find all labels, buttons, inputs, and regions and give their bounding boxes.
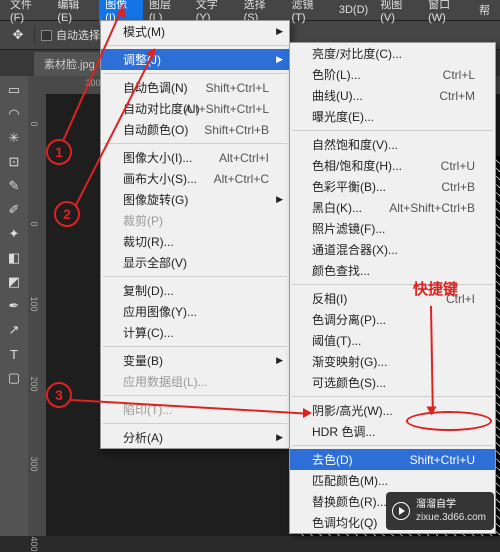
menubar-item[interactable]: 编辑(E) [51,0,99,25]
menu-item[interactable]: 自动颜色(O)Shift+Ctrl+B [101,119,289,140]
menu-item[interactable]: 色相/饱和度(H)...Ctrl+U [290,155,495,176]
menu-item[interactable]: 自动色调(N)Shift+Ctrl+L [101,77,289,98]
menubar-item[interactable]: 3D(D) [333,3,374,17]
annotation-shortcut-label: 快捷键 [413,278,458,299]
menu-item[interactable]: 照片滤镜(F)... [290,218,495,239]
menu-item[interactable]: 阈值(T)... [290,330,495,351]
watermark-title: 溜溜自学 [416,498,486,511]
watermark: 溜溜自学 zixue.3d66.com [386,492,494,530]
menu-item[interactable]: 图像大小(I)...Alt+Ctrl+I [101,147,289,168]
gradient-tool-icon[interactable]: ◩ [4,272,24,292]
marquee-tool-icon[interactable]: ▭ [4,80,24,100]
lasso-tool-icon[interactable]: ◠ [4,104,24,124]
adjustments-submenu[interactable]: 亮度/对比度(C)...色阶(L)...Ctrl+L曲线(U)...Ctrl+M… [289,42,496,534]
shape-tool-icon[interactable]: ▢ [4,368,24,388]
menu-item[interactable]: 颜色查找... [290,260,495,281]
menu-item[interactable]: 色彩平衡(B)...Ctrl+B [290,176,495,197]
menu-item[interactable]: 反相(I)Ctrl+I [290,288,495,309]
menu-item[interactable]: 黑白(K)...Alt+Shift+Ctrl+B [290,197,495,218]
image-menu[interactable]: 模式(M)▶调整(J)▶自动色调(N)Shift+Ctrl+L自动对比度(U)A… [100,20,290,449]
menu-item[interactable]: 自然饱和度(V)... [290,134,495,155]
menu-item: 应用数据组(L)... [101,371,289,392]
menu-item: 裁剪(P) [101,210,289,231]
path-tool-icon[interactable]: ↗ [4,320,24,340]
auto-select-checkbox[interactable] [41,30,52,41]
menu-item[interactable]: 裁切(R)... [101,231,289,252]
menubar-item[interactable]: 帮 [473,1,496,19]
menu-item[interactable]: 图像旋转(G)▶ [101,189,289,210]
annotation-circle-3: 3 [46,382,72,408]
eraser-tool-icon[interactable]: ◧ [4,248,24,268]
menu-item[interactable]: 显示全部(V) [101,252,289,273]
menu-item[interactable]: 亮度/对比度(C)... [290,43,495,64]
menu-item[interactable]: 色调分离(P)... [290,309,495,330]
magic-wand-icon[interactable]: ✳ [4,128,24,148]
brush-tool-icon[interactable]: ✐ [4,200,24,220]
menu-item[interactable]: 调整(J)▶ [101,49,289,70]
menu-item[interactable]: 变量(B)▶ [101,350,289,371]
move-tool-icon[interactable]: ✥ [8,25,28,45]
menu-item[interactable]: 色阶(L)...Ctrl+L [290,64,495,85]
menu-item[interactable]: 应用图像(Y)... [101,301,289,322]
tools-panel: ▭ ◠ ✳ ⊡ ✎ ✐ ✦ ◧ ◩ ✒ ↗ T ▢ [0,76,28,536]
menu-item[interactable]: 去色(D)Shift+Ctrl+U [290,449,495,470]
menu-item[interactable]: 复制(D)... [101,280,289,301]
menu-item[interactable]: 曝光度(E)... [290,106,495,127]
menu-item[interactable]: 匹配颜色(M)... [290,470,495,491]
menu-item[interactable]: 曲线(U)...Ctrl+M [290,85,495,106]
annotation-shortcut-ellipse [406,411,492,431]
menubar-item[interactable]: 窗口(W) [422,0,473,25]
menu-item[interactable]: 画布大小(S)...Alt+Ctrl+C [101,168,289,189]
menubar: 文件(F)编辑(E)图像(I)图层(L)文字(Y)选择(S)滤镜(T)3D(D)… [0,0,500,20]
menubar-item[interactable]: 滤镜(T) [286,0,333,25]
annotation-circle-1: 1 [46,139,72,165]
ruler-vertical: 00100200300400 [28,94,46,536]
menubar-item[interactable]: 视图(V) [374,0,422,25]
menu-item[interactable]: 计算(C)... [101,322,289,343]
play-icon [392,502,410,520]
eyedropper-icon[interactable]: ✎ [4,176,24,196]
watermark-url: zixue.3d66.com [416,511,486,524]
menu-item[interactable]: 可选颜色(S)... [290,372,495,393]
auto-select-label: 自动选择: [56,27,103,43]
menu-item[interactable]: 模式(M)▶ [101,21,289,42]
clone-tool-icon[interactable]: ✦ [4,224,24,244]
menu-item[interactable]: 通道混合器(X)... [290,239,495,260]
menu-item[interactable]: 渐变映射(G)... [290,351,495,372]
annotation-arrowhead-3 [303,408,312,418]
menubar-item[interactable]: 文件(F) [4,0,51,25]
pen-tool-icon[interactable]: ✒ [4,296,24,316]
type-tool-icon[interactable]: T [4,344,24,364]
menu-item[interactable]: 分析(A)▶ [101,427,289,448]
crop-tool-icon[interactable]: ⊡ [4,152,24,172]
